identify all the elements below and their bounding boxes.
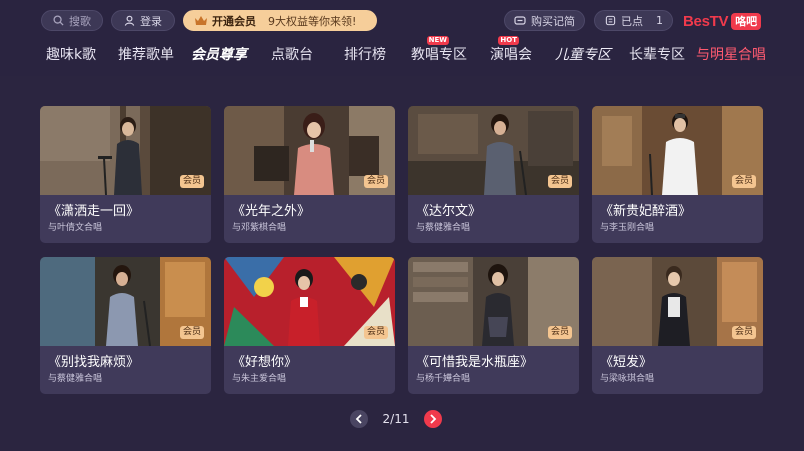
song-title: 《好想你》 — [232, 355, 298, 370]
member-badge: 会员 — [363, 175, 388, 188]
hot-badge: HOT — [498, 36, 519, 45]
song-duet-artist: 与叶倩文合唱 — [48, 223, 103, 233]
vip-label: 开通会员 — [212, 14, 256, 28]
purchase-record-button[interactable]: 购买记简 — [504, 10, 585, 31]
song-thumbnail: 会员 — [592, 106, 763, 195]
ordered-songs-button[interactable]: 已点 1 — [594, 10, 673, 31]
member-badge: 会员 — [547, 326, 572, 339]
nav-item-concerts[interactable]: 演唱会 HOT — [490, 36, 532, 64]
song-thumbnail: 会员 — [592, 257, 763, 346]
search-button[interactable]: 搜歌 — [41, 10, 103, 31]
song-title: 《短发》 — [600, 355, 653, 370]
song-title: 《潇洒走一回》 — [48, 204, 140, 219]
member-badge: 会员 — [731, 175, 756, 188]
song-card[interactable]: 会员 《光年之外》 与邓紫棋合唱 — [224, 106, 395, 243]
brand-logo: BesTV 咯吧 — [683, 11, 762, 31]
login-label: 登录 — [140, 14, 162, 28]
duet-song-grid: 会员 《潇洒走一回》 与叶倩文合唱 会员 《光年之外》 与邓紫棋合唱 会员 《达… — [40, 106, 764, 394]
song-thumbnail: 会员 — [224, 257, 395, 346]
song-card[interactable]: 会员 《达尔文》 与蔡健雅合唱 — [408, 106, 579, 243]
song-card[interactable]: 会员 《别找我麻烦》 与蔡健雅合唱 — [40, 257, 211, 394]
song-card[interactable]: 会员 《可惜我是水瓶座》 与杨千嬅合唱 — [408, 257, 579, 394]
search-icon — [53, 15, 64, 26]
nav-item-kids[interactable]: 儿童专区 — [555, 44, 611, 64]
member-badge: 会员 — [179, 326, 204, 339]
nav-item-fun-karaoke[interactable]: 趣味k歌 — [46, 44, 96, 64]
nav-item-seniors[interactable]: 长辈专区 — [629, 44, 685, 64]
user-icon — [124, 15, 135, 26]
nav-item-duet-with-stars[interactable]: 与明星合唱 — [696, 44, 766, 64]
top-bar: 搜歌 登录 开通会员 9大权益等你来领! 购买记简 已点 1 BesTV 咯吧 … — [0, 0, 804, 76]
nav-item-tutorials[interactable]: 教唱专区 NEW — [411, 36, 467, 64]
purchase-record-label: 购买记简 — [531, 14, 575, 28]
new-badge: NEW — [426, 36, 449, 45]
nav-item-recommended-playlists[interactable]: 推荐歌单 — [118, 44, 174, 64]
chevron-left-icon — [355, 413, 362, 424]
nav-item-vip-exclusive[interactable]: 会员尊享 — [191, 44, 247, 64]
vip-desc: 9大权益等你来领! — [268, 14, 357, 28]
song-duet-artist: 与朱主爱合唱 — [232, 374, 287, 384]
song-duet-artist: 与蔡健雅合唱 — [48, 374, 103, 384]
receipt-icon — [514, 16, 526, 25]
song-thumbnail: 会员 — [40, 106, 211, 195]
song-thumbnail: 会员 — [408, 257, 579, 346]
page-indicator: 2/11 — [382, 411, 410, 426]
song-title: 《别找我麻烦》 — [48, 355, 140, 370]
song-card[interactable]: 会员 《新贵妃醉酒》 与李玉刚合唱 — [592, 106, 763, 243]
pagination: 2/11 — [350, 409, 442, 428]
category-nav: 趣味k歌 推荐歌单 会员尊享 点歌台 排行榜 教唱专区 NEW 演唱会 HOT … — [0, 36, 804, 70]
nav-item-song-request[interactable]: 点歌台 — [271, 44, 313, 64]
song-duet-artist: 与邓紫棋合唱 — [232, 223, 287, 233]
song-card[interactable]: 会员 《潇洒走一回》 与叶倩文合唱 — [40, 106, 211, 243]
member-badge: 会员 — [731, 326, 756, 339]
chevron-right-icon — [430, 413, 437, 424]
song-title: 《光年之外》 — [232, 204, 311, 219]
song-title: 《达尔文》 — [416, 204, 482, 219]
nav-item-charts[interactable]: 排行榜 — [344, 44, 386, 64]
song-thumbnail: 会员 — [40, 257, 211, 346]
brand-tag: 咯吧 — [731, 12, 762, 30]
song-duet-artist: 与蔡健雅合唱 — [416, 223, 471, 233]
song-title: 《新贵妃醉酒》 — [600, 204, 692, 219]
ordered-label: 已点 — [621, 14, 643, 28]
playlist-icon — [605, 15, 616, 26]
song-thumbnail: 会员 — [408, 106, 579, 195]
member-badge: 会员 — [363, 326, 388, 339]
song-duet-artist: 与梁咏琪合唱 — [600, 374, 655, 384]
search-label: 搜歌 — [69, 14, 91, 28]
previous-page-button[interactable] — [350, 409, 368, 428]
song-duet-artist: 与李玉刚合唱 — [600, 223, 655, 233]
next-page-button[interactable] — [423, 409, 442, 428]
song-thumbnail: 会员 — [224, 106, 395, 195]
ordered-count: 1 — [656, 14, 663, 27]
brand-text: BesTV — [683, 12, 729, 30]
song-card[interactable]: 会员 《短发》 与梁咏琪合唱 — [592, 257, 763, 394]
open-vip-button[interactable]: 开通会员 9大权益等你来领! — [183, 10, 377, 31]
song-card[interactable]: 会员 《好想你》 与朱主爱合唱 — [224, 257, 395, 394]
member-badge: 会员 — [547, 175, 572, 188]
member-badge: 会员 — [179, 175, 204, 188]
login-button[interactable]: 登录 — [111, 10, 175, 31]
crown-icon — [195, 16, 207, 25]
song-duet-artist: 与杨千嬅合唱 — [416, 374, 471, 384]
song-title: 《可惜我是水瓶座》 — [416, 355, 534, 370]
